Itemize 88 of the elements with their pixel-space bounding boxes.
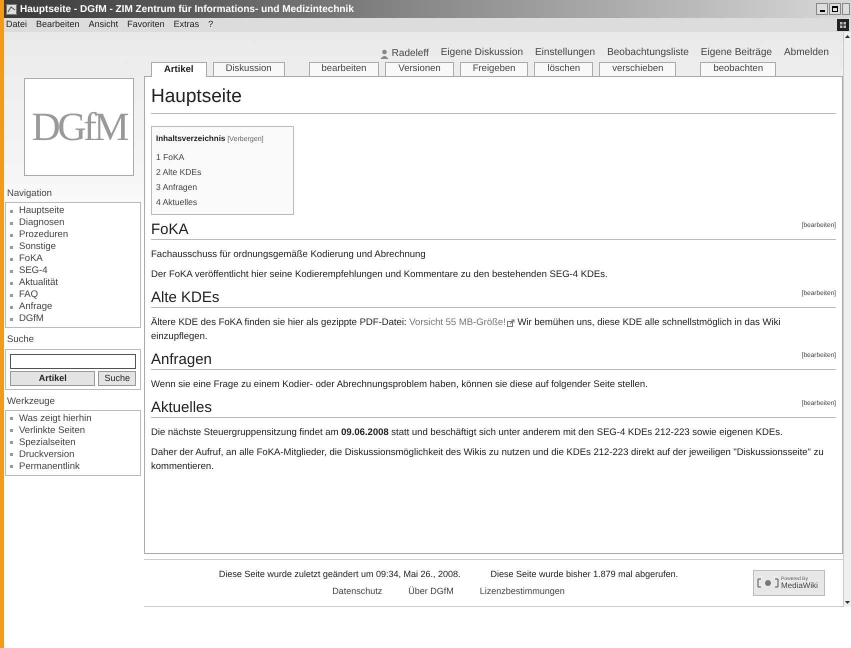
paragraph: Fachausschuss für ordnungsgemäße Kodierung und Abrechnung (151, 248, 427, 262)
section-heading: Alte KDEs (151, 288, 220, 307)
badge-text: MediaWiki (781, 582, 818, 590)
tab[interactable]: Versionen (385, 62, 454, 76)
search-field[interactable] (10, 354, 136, 368)
maximize-button[interactable] (829, 3, 841, 15)
paragraph: Die nächste Steuergruppensitzung findet am 09.06.2008 statt und beschäftigt sich unter anderem mit den SEG-4 KDEs 212-223 sowie eigenen KDEs. (151, 426, 784, 440)
page-title: Hauptseite (151, 83, 836, 114)
bullet-icon (10, 222, 13, 225)
window-title: Hauptseite - DGfM - ZIM Zentrum für Informations- und Medizintechnik (20, 2, 354, 16)
toc-title: Inhaltsverzeichnis (156, 132, 226, 144)
paragraph: Daher der Aufruf, an alle FoKA-Mitglieder, die Diskussionsmöglichkeit des Wikis zu nutzen und die KDEs 212-223 direkt auf der jeweiligen "Diskussionsseite" zu kommentieren. (151, 446, 825, 474)
footer-link[interactable]: Über DGfM (408, 584, 454, 598)
user-link[interactable]: Radeleff (392, 46, 429, 61)
section-heading: FoKA (151, 220, 189, 239)
tab[interactable]: beobachten (700, 62, 776, 76)
bullet-icon (10, 429, 13, 432)
external-link-icon (506, 319, 515, 327)
bullet-icon (10, 270, 13, 273)
bullet-icon (10, 417, 13, 420)
minimize-button[interactable] (816, 3, 828, 15)
sidebar-link[interactable]: Permanentlink (19, 460, 80, 474)
toc-link[interactable]: 1 FoKA (156, 150, 184, 165)
menu-item[interactable]: Ansicht (88, 18, 118, 32)
section-heading: Anfragen (151, 350, 212, 369)
bullet-icon (10, 282, 13, 285)
personal-link[interactable]: Eigene Diskussion (440, 45, 524, 62)
user-icon (380, 48, 389, 58)
bullet-icon (10, 246, 13, 249)
personal-link[interactable]: Eigene Beiträge (700, 45, 772, 62)
mediawiki-icon (757, 578, 779, 588)
sidebar-link[interactable]: FoKA (19, 252, 43, 266)
portlet-heading: Werkzeuge (6, 394, 56, 408)
browser-icon (6, 4, 17, 14)
sidebar-link[interactable]: Sonstige (19, 240, 56, 254)
menu-item[interactable]: Extras (174, 18, 200, 32)
tab[interactable]: Diskussion (212, 62, 285, 76)
sidebar-link[interactable]: Diagnosen (19, 216, 64, 230)
sidebar-link[interactable]: DGfM (19, 312, 44, 326)
sidebar-link[interactable]: Hauptseite (19, 204, 64, 218)
toc-link[interactable]: 4 Aktuelles (156, 195, 198, 210)
sidebar-link[interactable]: Verlinkte Seiten (19, 424, 86, 438)
scrollbar[interactable] (843, 32, 851, 607)
search-button[interactable]: Artikel (10, 370, 96, 386)
bullet-icon (10, 465, 13, 468)
sidebar-link[interactable]: Was zeigt hierhin (19, 412, 92, 426)
sidebar-link[interactable]: Druckversion (19, 448, 74, 462)
bullet-icon (10, 234, 13, 237)
view-count-text: Diese Seite wurde bisher 1.879 mal abgerufen. (490, 568, 678, 581)
bullet-icon (10, 258, 13, 261)
sidebar-link[interactable]: FAQ (19, 288, 38, 302)
external-link[interactable]: Vorsicht 55 MB-Größe! (409, 316, 515, 330)
section-heading: Aktuelles (151, 398, 212, 417)
footer-link[interactable]: Datenschutz (332, 584, 382, 598)
last-modified-text: Diese Seite wurde zuletzt geändert um 09:34, Mai 26., 2008. (218, 568, 461, 581)
personal-link[interactable]: Beobachtungsliste (607, 45, 689, 62)
portlet-heading: Navigation (6, 187, 53, 201)
search-button[interactable]: Suche (98, 370, 136, 386)
menu-item[interactable]: Bearbeiten (36, 18, 80, 32)
tab[interactable]: Artikel (151, 62, 207, 77)
bullet-icon (10, 294, 13, 297)
footer-link[interactable]: Lizenzbestimmungen (480, 584, 565, 598)
sidebar-link[interactable]: Prozeduren (19, 228, 68, 242)
toc-link[interactable]: 2 Alte KDEs (156, 165, 202, 180)
sidebar-link[interactable]: SEG-4 (19, 264, 48, 278)
windows-logo-icon (837, 19, 849, 31)
tab[interactable]: verschieben (599, 62, 676, 76)
bullet-icon (10, 453, 13, 456)
bullet-icon (10, 210, 13, 213)
paragraph: Der FoKA veröffentlicht hier seine Kodierempfehlungen und Kommentare zu den bestehenden SEG-4 KDEs. (151, 268, 609, 282)
bullet-icon (10, 318, 13, 321)
toc-link[interactable]: 3 Anfragen (156, 180, 198, 195)
menu-item[interactable]: Favoriten (127, 18, 165, 32)
tab[interactable]: bearbeiten (308, 62, 380, 76)
sidebar-link[interactable]: Anfrage (19, 300, 52, 314)
tab[interactable]: löschen (534, 62, 594, 76)
sidebar-link[interactable]: Spezialseiten (19, 436, 76, 450)
personal-link[interactable]: Abmelden (784, 45, 829, 62)
sidebar-link[interactable]: Aktualität (19, 276, 58, 290)
menu-item[interactable]: ? (208, 18, 214, 32)
bullet-icon (10, 306, 13, 309)
paragraph: Ältere KDE des FoKA finden sie hier als gezippte PDF-Datei: Vorsicht 55 MB-Größe! Wir bemühen uns, diese KDE alle schnellstmöglich in das Wiki einzupflegen. (151, 316, 782, 344)
tab[interactable]: Freigeben (460, 62, 528, 76)
bullet-icon (10, 441, 13, 444)
menu-item[interactable]: Datei (6, 18, 28, 32)
paragraph: Wenn sie eine Frage zu einem Kodier- oder Abrechnungsproblem haben, können sie diese auf folgender Seite stellen. (151, 378, 649, 392)
personal-link[interactable]: Einstellungen (535, 45, 596, 62)
portlet-heading: Suche (6, 333, 35, 348)
